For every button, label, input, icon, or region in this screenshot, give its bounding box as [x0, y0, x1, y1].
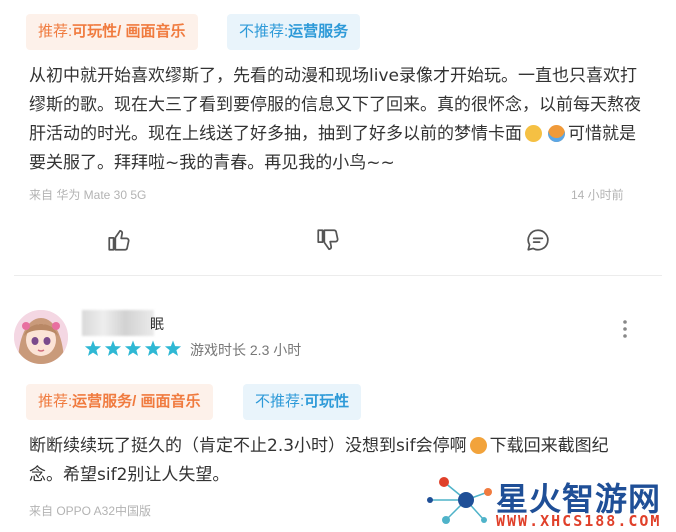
review-text-part1: 断断续续玩了挺久的（肯定不止2.3小时）没想到sif会停啊: [29, 436, 467, 456]
review-divider: [14, 275, 662, 276]
device-label: 来自 华为 Mate 30 5G: [29, 188, 147, 202]
recommend-label: 推荐:: [38, 23, 73, 40]
star-icon: [144, 340, 162, 356]
crying-face-icon: [548, 125, 565, 142]
recommend-tag: 推荐:运营服务/ 画面音乐: [26, 384, 213, 420]
device-label: 来自 OPPO A32中国版: [29, 504, 152, 518]
not-recommend-value: 运营服务: [288, 23, 349, 40]
not-recommend-value: 可玩性: [304, 393, 350, 410]
thumbs-down-icon[interactable]: [315, 227, 341, 253]
star-icon: [104, 340, 122, 356]
not-recommend-label: 不推荐:: [255, 393, 305, 410]
review-text: 从初中就开始喜欢缪斯了，先看的动漫和现场live录像才开始玩。一直也只喜欢打缪斯…: [29, 62, 649, 178]
recommend-label: 推荐:: [38, 393, 73, 410]
timestamp: 14 小时前: [571, 188, 624, 202]
playtime: 游戏时长 2.3 小时: [190, 342, 302, 358]
recommend-value: 运营服务/ 画面音乐: [72, 393, 201, 410]
star-icon: [124, 340, 142, 356]
recommend-value: 可玩性/ 画面音乐: [72, 23, 186, 40]
not-recommend-label: 不推荐:: [239, 23, 289, 40]
rating-stars: [84, 339, 184, 359]
recommend-tag: 推荐:可玩性/ 画面音乐: [26, 14, 198, 50]
not-recommend-tag: 不推荐:可玩性: [243, 384, 362, 420]
pensive-face-icon: [525, 125, 542, 142]
username[interactable]: 眠: [150, 314, 164, 334]
more-icon[interactable]: [622, 318, 628, 340]
thumbs-up-icon[interactable]: [106, 227, 132, 253]
username-blurred: [82, 310, 154, 336]
comment-icon[interactable]: [525, 227, 551, 253]
star-icon: [84, 340, 102, 356]
watermark-url: WWW.XHCS188.COM: [496, 512, 662, 530]
star-icon: [164, 340, 182, 356]
not-recommend-tag: 不推荐:运营服务: [227, 14, 361, 50]
avatar[interactable]: [14, 310, 68, 364]
worried-face-icon: [469, 437, 487, 454]
